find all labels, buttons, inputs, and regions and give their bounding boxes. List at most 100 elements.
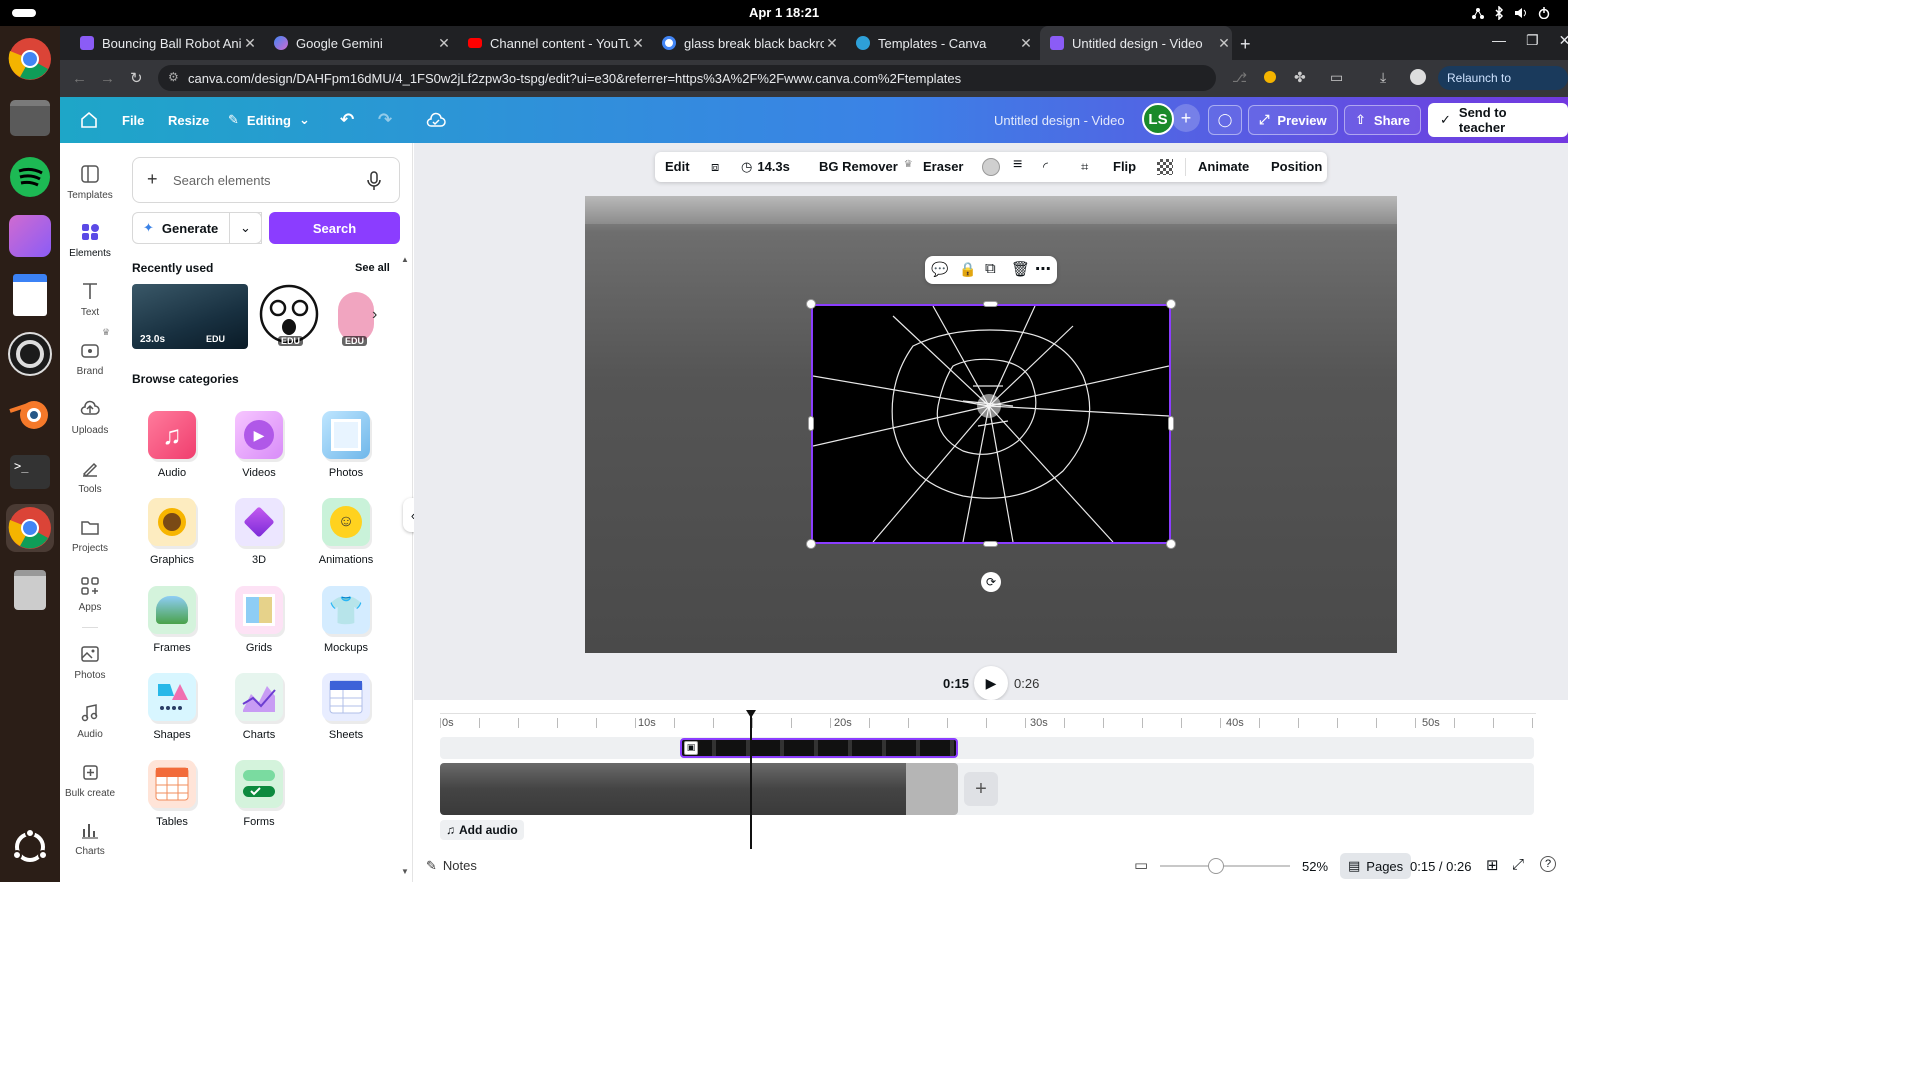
playhead[interactable] <box>750 716 752 849</box>
resize-handle[interactable] <box>1166 539 1176 549</box>
recent-dinosaur-sticker[interactable]: EDU <box>330 284 386 349</box>
more-options-icon[interactable]: ⋯ <box>1035 259 1051 279</box>
rail-item-tools[interactable]: Tools <box>60 457 120 495</box>
color-swatch[interactable] <box>982 158 1000 176</box>
rail-item-audio[interactable]: Audio <box>60 702 120 740</box>
close-icon[interactable]: ✕ <box>436 35 452 52</box>
reload-icon[interactable]: ↻ <box>130 69 143 87</box>
browser-tab[interactable]: Google Gemini ✕ <box>264 26 452 60</box>
search-button[interactable]: Search <box>269 212 400 244</box>
send-to-teacher-button[interactable]: ✓ Send to teacher <box>1428 103 1568 137</box>
redo-button[interactable]: ↷ <box>378 105 392 135</box>
position-button[interactable]: Position <box>1271 159 1322 174</box>
share-button[interactable]: ⇧ Share <box>1344 105 1422 135</box>
trash-icon[interactable]: 🗑 <box>1011 260 1030 278</box>
rail-item-photos[interactable]: Photos <box>60 643 120 681</box>
cast-icon[interactable]: ▭ <box>1330 69 1343 86</box>
category-forms[interactable]: Forms <box>222 760 296 828</box>
comment-add-icon[interactable]: 💬 <box>931 261 948 278</box>
see-all-link[interactable]: See all <box>355 262 390 274</box>
browser-tab[interactable]: Bouncing Ball Robot Ani ✕ <box>70 26 258 60</box>
maximize-icon[interactable]: ❐ <box>1526 32 1539 49</box>
resize-handle[interactable] <box>983 541 998 547</box>
terminal-launcher[interactable]: >_ <box>6 448 54 496</box>
invite-button[interactable]: + <box>1172 104 1200 132</box>
rotate-handle[interactable]: ⟳ <box>981 572 1001 592</box>
play-button[interactable]: ▶ <box>974 666 1008 700</box>
profile-avatar-icon[interactable] <box>1410 69 1426 85</box>
split-icon[interactable]: ⧈ <box>711 159 719 175</box>
site-info-icon[interactable]: ⚙ <box>168 70 179 84</box>
border-style-icon[interactable]: ≡ <box>1013 156 1022 174</box>
timeline-toggle-icon[interactable]: ▭ <box>1134 856 1148 874</box>
rail-item-apps[interactable]: Apps <box>60 575 120 613</box>
rail-item-templates[interactable]: Templates <box>60 163 120 201</box>
edit-button[interactable]: Edit <box>665 159 690 174</box>
selected-glass-break-video[interactable] <box>811 304 1171 544</box>
extension-emoji-icon[interactable] <box>1264 71 1276 83</box>
home-button[interactable] <box>80 105 98 135</box>
duration-button[interactable]: ◷ 14.3s <box>741 159 790 175</box>
background-video-clip-tail[interactable] <box>906 763 958 815</box>
scroll-up-icon[interactable]: ▲ <box>401 255 409 264</box>
recent-shocked-face-sticker[interactable]: EDU <box>256 284 322 349</box>
undo-button[interactable]: ↶ <box>340 105 354 135</box>
resize-handle[interactable] <box>806 299 816 309</box>
file-menu[interactable]: File <box>122 105 144 135</box>
editing-mode-dropdown[interactable]: ✎ Editing ⌄ <box>228 105 310 135</box>
resize-button[interactable]: Resize <box>168 105 209 135</box>
help-icon[interactable]: ? <box>1540 856 1556 872</box>
category-tables[interactable]: Tables <box>135 760 209 828</box>
grid-view-icon[interactable]: ⊞ <box>1486 856 1499 874</box>
close-icon[interactable]: ✕ <box>1216 35 1232 52</box>
category-grids[interactable]: Grids <box>222 586 296 654</box>
microphone-icon[interactable] <box>367 171 381 191</box>
blender-launcher[interactable] <box>6 389 54 437</box>
close-window-icon[interactable]: ✕ <box>1559 32 1568 49</box>
close-icon[interactable]: ✕ <box>630 35 646 52</box>
add-page-button[interactable]: + <box>964 772 998 806</box>
zoom-level[interactable]: 52% <box>1302 859 1328 874</box>
browser-tab-active[interactable]: Untitled design - Video ✕ <box>1040 26 1232 60</box>
pages-button[interactable]: ▤ Pages <box>1340 853 1412 879</box>
system-tray[interactable] <box>1472 6 1562 20</box>
rail-item-uploads[interactable]: Uploads <box>60 398 120 436</box>
minimize-icon[interactable]: — <box>1492 32 1506 49</box>
crop-icon[interactable]: ⌗ <box>1081 159 1088 175</box>
playhead-marker[interactable] <box>746 710 756 718</box>
transparency-icon[interactable] <box>1157 159 1173 175</box>
category-videos[interactable]: ▶ Videos <box>222 411 296 479</box>
generate-options-button[interactable]: ⌄ <box>229 212 262 244</box>
zoom-slider[interactable] <box>1160 865 1290 867</box>
resize-handle[interactable] <box>1166 299 1176 309</box>
overlay-clip[interactable]: ▣ <box>680 738 958 758</box>
recent-video-thumbnail[interactable]: 23.0s EDU <box>132 284 248 349</box>
flip-button[interactable]: Flip <box>1113 159 1136 174</box>
chevron-right-icon[interactable]: › <box>372 306 377 324</box>
bg-remover-button[interactable]: BG Remover ♛ <box>819 159 913 174</box>
add-audio-button[interactable]: ♫ Add audio <box>440 820 524 840</box>
browser-tab[interactable]: glass break black backro ✕ <box>652 26 840 60</box>
download-icon[interactable]: ⤓ <box>1380 69 1386 86</box>
spotify-launcher[interactable] <box>6 153 54 201</box>
close-icon[interactable]: ✕ <box>1018 35 1034 52</box>
show-apps-button[interactable] <box>6 823 54 871</box>
rail-item-brand[interactable]: Brand ♛ <box>60 327 120 377</box>
text-editor-launcher[interactable] <box>6 271 54 319</box>
chrome-launcher[interactable] <box>6 35 54 83</box>
category-photos[interactable]: Photos <box>309 411 383 479</box>
back-icon[interactable]: ← <box>72 70 87 87</box>
notes-button[interactable]: ✎ Notes <box>426 858 477 874</box>
category-mockups[interactable]: 👕 Mockups <box>309 586 383 654</box>
category-3d[interactable]: 3D <box>222 498 296 566</box>
background-video-clip[interactable] <box>440 763 906 815</box>
fullscreen-icon[interactable]: ⤢ <box>1512 856 1524 873</box>
user-avatar[interactable]: LS <box>1142 103 1174 135</box>
eraser-button[interactable]: Eraser <box>923 159 963 174</box>
zoom-slider-thumb[interactable] <box>1208 858 1224 874</box>
comments-button[interactable]: ◯ <box>1208 105 1242 135</box>
scroll-down-icon[interactable]: ▼ <box>401 867 409 876</box>
files-launcher[interactable] <box>6 94 54 142</box>
browser-tab[interactable]: Channel content - YouTu ✕ <box>458 26 646 60</box>
category-charts[interactable]: Charts <box>222 673 296 741</box>
